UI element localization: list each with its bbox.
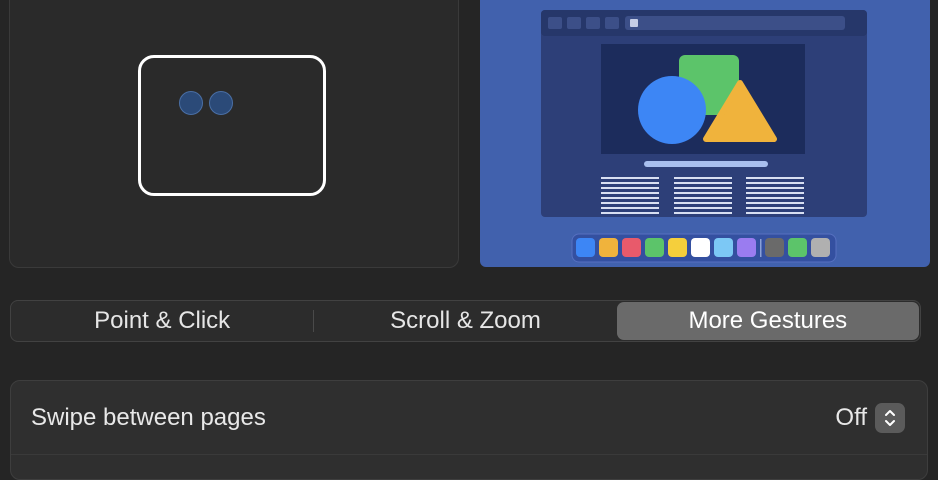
finger-right-icon (209, 91, 233, 115)
trackpad-outline (138, 55, 326, 196)
dock-app-icon (714, 238, 733, 257)
dock-app-icon (645, 238, 664, 257)
gesture-settings-group: Swipe between pages Off (10, 380, 928, 480)
up-down-chevron-icon[interactable] (875, 402, 905, 433)
tab-point-and-click[interactable]: Point & Click (11, 302, 313, 340)
tab-scroll-and-zoom[interactable]: Scroll & Zoom (314, 302, 616, 340)
tab-more-gestures[interactable]: More Gestures (616, 302, 919, 340)
dock-app-icon (668, 238, 687, 257)
swipe-between-pages-value: Off (835, 403, 867, 431)
dock-app-icon (599, 238, 618, 257)
swipe-between-pages-label: Swipe between pages (31, 403, 266, 431)
finger-left-icon (179, 91, 203, 115)
desktop-preview-illustration (541, 10, 867, 263)
dock-app-icon (788, 238, 807, 257)
gesture-preview-panel (480, 0, 930, 267)
dock-app-icon (622, 238, 641, 257)
dock-app-icon (737, 238, 756, 257)
swipe-between-pages-row: Swipe between pages Off (11, 381, 927, 455)
dock-icons (576, 238, 830, 257)
swipe-between-pages-popup[interactable]: Off (835, 402, 905, 433)
address-bar (625, 16, 845, 30)
dock-app-icon (765, 238, 784, 257)
title-line (644, 161, 768, 167)
gesture-tabs: Point & Click Scroll & Zoom More Gesture… (10, 300, 921, 342)
trackpad-illustration-panel (9, 0, 459, 268)
dock-app-icon (691, 238, 710, 257)
dock-app-icon (811, 238, 830, 257)
circle-shape (638, 76, 706, 144)
dock-separator (760, 239, 762, 257)
dock-app-icon (576, 238, 595, 257)
